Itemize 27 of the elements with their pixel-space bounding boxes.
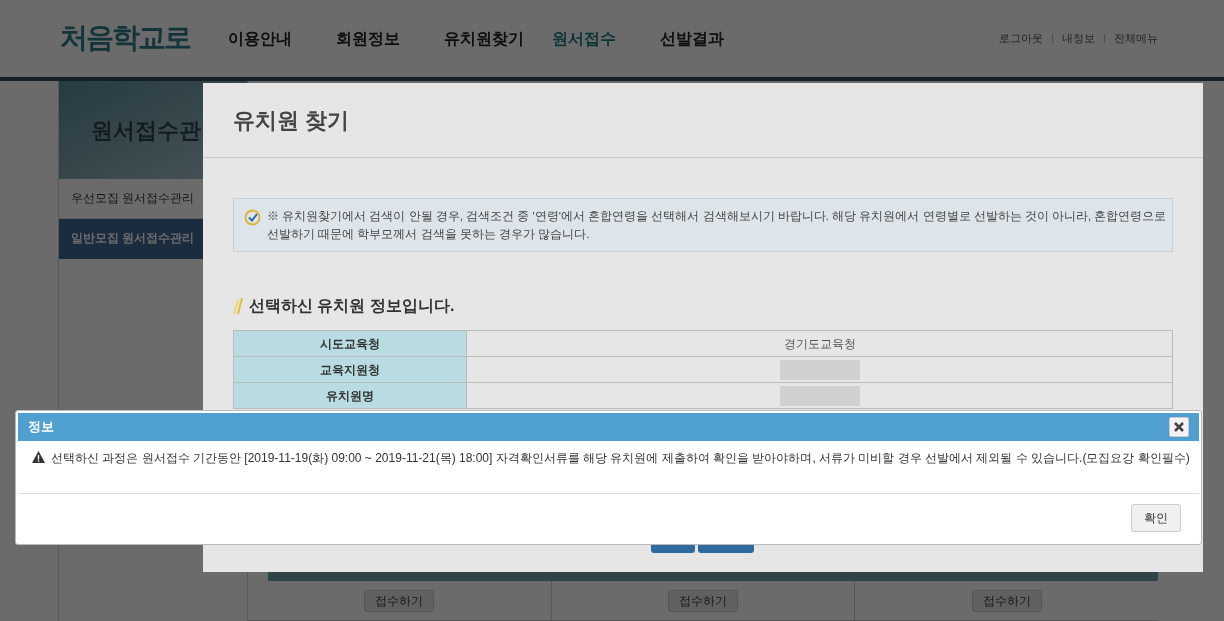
row-label: 유치원명 <box>233 383 467 408</box>
apply-button[interactable]: 접수하기 <box>364 589 435 612</box>
slash-icon <box>233 298 243 314</box>
util-link[interactable]: 전체메뉴 <box>1114 30 1158 47</box>
nav-link[interactable]: 선발결과 <box>660 26 768 51</box>
close-button[interactable] <box>1169 417 1189 437</box>
warning-icon <box>32 451 45 463</box>
row-value: 경기도교육청 <box>783 335 856 353</box>
ok-button[interactable]: 확인 <box>1131 504 1181 532</box>
nav-link[interactable]: 원서접수 <box>552 26 660 51</box>
nav-link[interactable]: 회원정보 <box>336 26 444 51</box>
dialog-message: 선택하신 과정은 원서접수 기간동안 [2019-11-19(화) 09:00 ~ 2019-11-21(목) 18:00] 자격확인서류를 해당 유치원에 제출하여 확인을 받아야하며, 서류가 미비할 경우 선발에서 제외될 수 있습니다.(모집요강 확인필수) <box>51 450 1190 467</box>
util-link[interactable]: 로그아웃 <box>999 30 1043 47</box>
apply-button[interactable]: 접수하기 <box>971 589 1042 612</box>
modal-title: 유치원 찾기 <box>233 106 350 135</box>
util-link[interactable]: 내정보 <box>1062 30 1095 47</box>
notice-text: ※ 유치원찾기에서 검색이 안될 경우, 검색조건 중 '연령'에서 혼합연령을 선택해서 검색해보시기 바랍니다. 해당 유치원에서 연령별로 선발하는 것이 아니라, 혼합연령으로 선발하기 때문에 학부모께서 검색을 못하는 경우가 많습니다. <box>267 209 1168 242</box>
site-logo[interactable]: 처음학교로 <box>58 20 192 57</box>
check-circle-icon <box>244 209 261 226</box>
close-icon <box>1174 422 1184 432</box>
nav-link[interactable]: 유치원찾기 <box>444 26 552 51</box>
nav-link[interactable]: 이용안내 <box>228 26 336 51</box>
dialog-title: 정보 <box>28 418 54 437</box>
row-label: 시도교육청 <box>233 331 467 356</box>
row-label: 교육지원청 <box>233 357 467 382</box>
section-title: 선택하신 유치원 정보입니다. <box>249 296 455 316</box>
apply-button[interactable]: 접수하기 <box>668 589 738 612</box>
